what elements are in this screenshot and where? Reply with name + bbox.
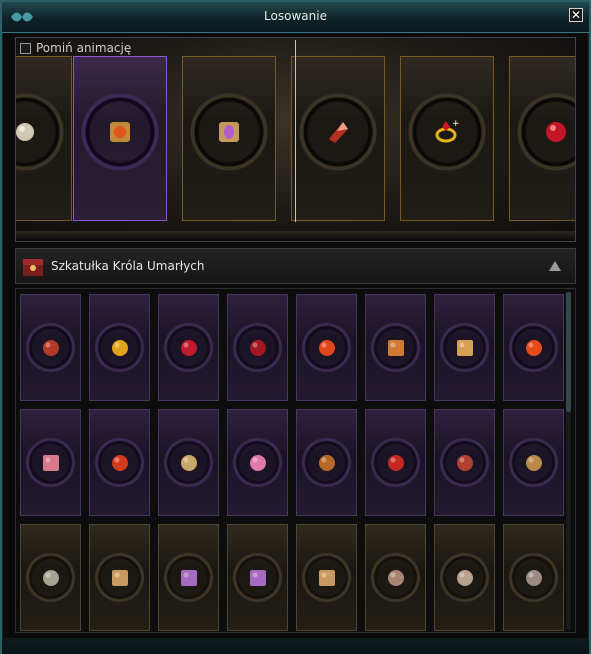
box-header[interactable]: Szkatułka Króla Umarłych <box>15 248 576 284</box>
scroll-gold-icon <box>456 339 473 356</box>
red-potion-icon <box>111 454 128 471</box>
skip-animation-label: Pomiń animację <box>36 41 132 55</box>
scroll-purple-icon <box>180 569 197 586</box>
scroll-purple-icon <box>249 569 266 586</box>
close-button[interactable]: ✕ <box>569 8 583 22</box>
reward-card[interactable] <box>503 294 564 401</box>
gold-ring-icon: + <box>435 119 460 143</box>
treasure-icon <box>525 454 542 471</box>
reward-card[interactable] <box>20 524 81 631</box>
window-footer <box>2 638 589 654</box>
reward-card[interactable] <box>296 294 357 401</box>
reward-card[interactable] <box>89 409 150 516</box>
box-title: Szkatułka Króla Umarłych <box>51 259 205 273</box>
scroll-pink-icon <box>42 454 59 471</box>
roll-card <box>291 56 385 221</box>
skip-animation-checkbox[interactable]: Pomiń animację <box>20 41 131 55</box>
spiky-gem-icon <box>456 569 473 586</box>
scroll-orange-icon <box>110 121 130 142</box>
stone-icon <box>525 569 542 586</box>
bronze-coin-icon <box>387 569 404 586</box>
fire-shard-icon <box>318 339 335 356</box>
roll-pointer <box>295 40 296 222</box>
reward-card[interactable] <box>365 294 426 401</box>
roll-card <box>182 56 276 221</box>
fire-orb-icon <box>525 339 542 356</box>
reward-card[interactable] <box>365 524 426 631</box>
armor-icon <box>42 339 59 356</box>
window-title: Losowanie <box>264 9 327 23</box>
gold-gem-icon <box>111 339 128 356</box>
scroll-tan-icon <box>318 569 335 586</box>
reward-card[interactable] <box>158 294 219 401</box>
reward-card[interactable] <box>89 524 150 631</box>
title-bar: Losowanie ✕ <box>2 2 589 33</box>
chest-icon <box>456 454 473 471</box>
red-gloves-icon <box>387 454 404 471</box>
scroll-orange-icon <box>387 339 404 356</box>
reward-card[interactable] <box>503 524 564 631</box>
collapse-arrow-icon[interactable] <box>549 261 561 271</box>
svg-text:+: + <box>452 119 460 129</box>
draw-window: Losowanie ✕ Pomiń animację + Szkatułka K… <box>0 0 591 654</box>
reward-card[interactable] <box>503 409 564 516</box>
crossed-swords-icon <box>180 454 197 471</box>
reward-card[interactable] <box>365 409 426 516</box>
reward-card[interactable] <box>158 524 219 631</box>
roll-card: + <box>400 56 494 221</box>
roll-area: Pomiń animację + <box>15 37 576 242</box>
roll-card <box>16 56 72 221</box>
scroll-tan-icon <box>111 569 128 586</box>
treasure-box-icon <box>23 259 43 276</box>
horn-icon <box>318 454 335 471</box>
reward-card[interactable] <box>296 524 357 631</box>
checkbox-icon[interactable] <box>20 42 31 54</box>
red-orb-icon <box>546 121 566 142</box>
pearl-icon <box>16 122 34 141</box>
reward-card[interactable] <box>20 294 81 401</box>
reward-card[interactable] <box>89 294 150 401</box>
reward-card[interactable] <box>434 409 495 516</box>
reward-card[interactable] <box>434 294 495 401</box>
reward-card[interactable] <box>227 524 288 631</box>
pink-ring-icon <box>249 454 266 471</box>
scroll-purple-icon <box>219 121 239 142</box>
skull-icon <box>42 569 59 586</box>
scrollbar[interactable] <box>566 292 571 630</box>
red-gem-icon <box>249 339 266 356</box>
reward-card[interactable] <box>227 294 288 401</box>
roll-card <box>509 56 575 221</box>
reward-card[interactable] <box>20 409 81 516</box>
scroll-thumb[interactable] <box>566 292 571 412</box>
reward-grid <box>15 288 576 633</box>
roll-rail <box>16 231 575 241</box>
reward-card[interactable] <box>227 409 288 516</box>
roll-card-selected <box>73 56 167 221</box>
reward-card[interactable] <box>434 524 495 631</box>
red-crystal-icon <box>180 339 197 356</box>
reward-card[interactable] <box>296 409 357 516</box>
red-shard-icon <box>329 121 348 143</box>
reward-card[interactable] <box>158 409 219 516</box>
